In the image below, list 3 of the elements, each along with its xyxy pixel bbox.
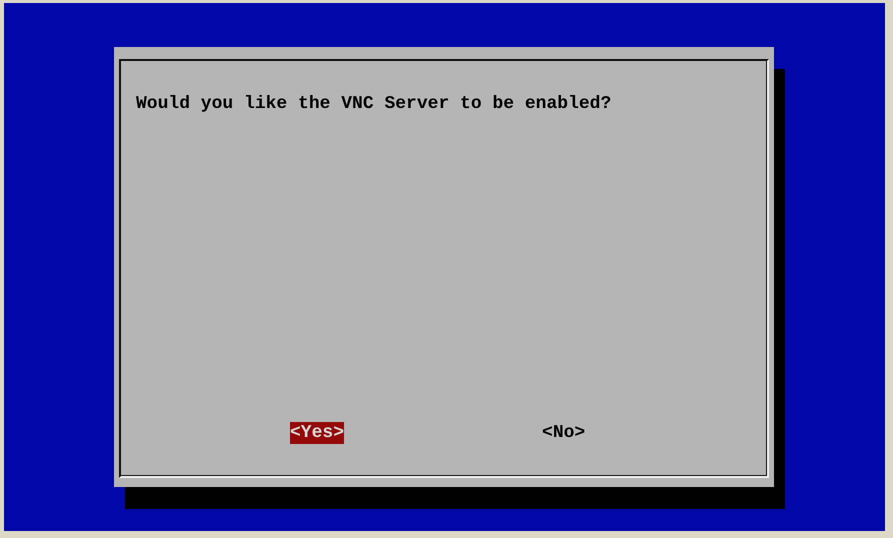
- no-button[interactable]: <No>: [542, 422, 586, 444]
- dialog-message: Would you like the VNC Server to be enabled?: [136, 93, 612, 116]
- yes-button[interactable]: <Yes>: [290, 422, 344, 444]
